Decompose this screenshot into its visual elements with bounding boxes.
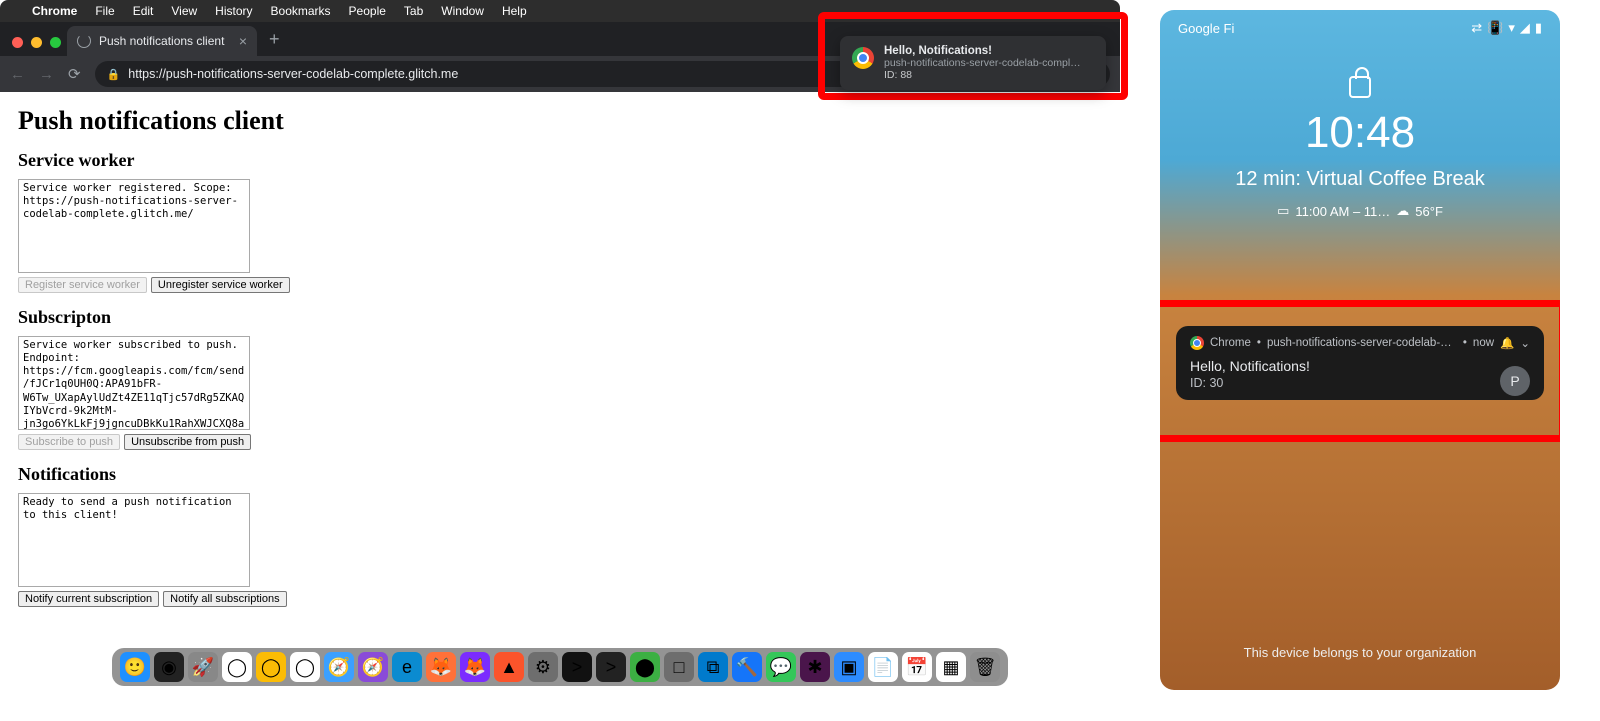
mac-dock: 🙂◉🚀◯◯◯🧭🧭e🦊🦊▲⚙>>⬤□⧉🔨💬✱▣📄📅▦🗑 bbox=[112, 648, 1008, 686]
signal-icon: ◢ bbox=[1520, 20, 1530, 36]
android-lockscreen: Google Fi ⇄ 📳 ▾ ◢ ▮ 10:48 12 min: Virtua… bbox=[1160, 10, 1560, 690]
dock-app-terminal2[interactable]: > bbox=[596, 652, 626, 682]
minimize-window-button[interactable] bbox=[31, 37, 42, 48]
sw-heading: Service worker bbox=[18, 150, 1102, 171]
dock-app-calendar[interactable]: 📅 bbox=[902, 652, 932, 682]
close-window-button[interactable] bbox=[12, 37, 23, 48]
menu-people[interactable]: People bbox=[349, 4, 386, 18]
lockscreen-weather: ▭ 11:00 AM – 11… ☁ 56°F bbox=[1160, 203, 1560, 219]
dock-app-finder[interactable]: 🙂 bbox=[120, 652, 150, 682]
lock-icon: 🔒 bbox=[107, 68, 121, 81]
dock-app-chrome-canary[interactable]: ◯ bbox=[256, 652, 286, 682]
notify-current-button[interactable]: Notify current subscription bbox=[18, 591, 159, 607]
notif-heading: Notifications bbox=[18, 464, 1102, 485]
chrome-icon bbox=[852, 47, 874, 69]
dock-app-zoom[interactable]: ▣ bbox=[834, 652, 864, 682]
dock-app-settings[interactable]: ⚙ bbox=[528, 652, 558, 682]
unsubscribe-button[interactable]: Unsubscribe from push bbox=[124, 434, 251, 450]
chevron-down-icon[interactable]: ⌄ bbox=[1520, 336, 1530, 350]
toast-source: push-notifications-server-codelab-comple… bbox=[884, 57, 1084, 69]
notif-source: push-notifications-server-codelab-co… bbox=[1267, 337, 1457, 349]
url-text: https://push-notifications-server-codela… bbox=[128, 67, 458, 81]
dock-app-messages[interactable]: 💬 bbox=[766, 652, 796, 682]
dock-app-trash[interactable]: 🗑 bbox=[970, 652, 1000, 682]
notif-status-textarea[interactable] bbox=[18, 493, 250, 587]
dock-app-safari-tp[interactable]: 🧭 bbox=[358, 652, 388, 682]
sub-heading: Subscripton bbox=[18, 307, 1102, 328]
nfc-icon: ⇄ bbox=[1471, 20, 1482, 36]
lock-icon bbox=[1349, 76, 1371, 98]
os-notification-toast[interactable]: Hello, Notifications! push-notifications… bbox=[840, 36, 1106, 90]
bell-icon: 🔔 bbox=[1500, 336, 1514, 350]
sw-status-textarea[interactable] bbox=[18, 179, 250, 273]
dock-app-terminal[interactable]: > bbox=[562, 652, 592, 682]
cloud-icon: ☁ bbox=[1396, 203, 1409, 219]
dock-app-launchpad[interactable]: 🚀 bbox=[188, 652, 218, 682]
dock-app-finder2[interactable]: □ bbox=[664, 652, 694, 682]
menu-help[interactable]: Help bbox=[502, 4, 527, 18]
back-button[interactable]: ← bbox=[10, 66, 25, 83]
wifi-icon: ▾ bbox=[1508, 20, 1515, 36]
page-title: Push notifications client bbox=[18, 106, 1102, 136]
subscription-textarea[interactable] bbox=[18, 336, 250, 430]
menu-file[interactable]: File bbox=[95, 4, 114, 18]
menu-view[interactable]: View bbox=[171, 4, 197, 18]
notif-body: ID: 30 bbox=[1190, 376, 1530, 390]
android-notification[interactable]: Chrome • push-notifications-server-codel… bbox=[1176, 326, 1544, 400]
dock-app-chrome-beta[interactable]: ◯ bbox=[290, 652, 320, 682]
phone-status-bar: Google Fi ⇄ 📳 ▾ ◢ ▮ bbox=[1160, 10, 1560, 46]
menu-edit[interactable]: Edit bbox=[133, 4, 154, 18]
calendar-icon: ▭ bbox=[1277, 203, 1289, 219]
notif-avatar: P bbox=[1500, 366, 1530, 396]
menu-history[interactable]: History bbox=[215, 4, 252, 18]
notif-app-name: Chrome bbox=[1210, 337, 1251, 349]
dock-app-camtasia[interactable]: ⬤ bbox=[630, 652, 660, 682]
new-tab-button[interactable]: + bbox=[257, 29, 292, 56]
reload-button[interactable]: ⟳ bbox=[68, 65, 81, 83]
weather-temp: 56°F bbox=[1415, 204, 1443, 219]
lockscreen-event: 12 min: Virtual Coffee Break bbox=[1160, 166, 1560, 193]
dock-app-chrome[interactable]: ◯ bbox=[222, 652, 252, 682]
chrome-window: Push notifications client × + ← → ⟳ 🔒 ht… bbox=[0, 22, 1120, 646]
unregister-sw-button[interactable]: Unregister service worker bbox=[151, 277, 290, 293]
browser-tab[interactable]: Push notifications client × bbox=[67, 26, 257, 56]
tab-favicon-icon bbox=[77, 34, 91, 48]
dock-app-notes[interactable]: 📄 bbox=[868, 652, 898, 682]
vibrate-icon: 📳 bbox=[1487, 20, 1503, 36]
menu-window[interactable]: Window bbox=[441, 4, 484, 18]
menubar-app-name: Chrome bbox=[32, 4, 77, 18]
org-message: This device belongs to your organization bbox=[1160, 645, 1560, 660]
dock-app-preview[interactable]: ▦ bbox=[936, 652, 966, 682]
subscribe-button: Subscribe to push bbox=[18, 434, 120, 450]
close-tab-button[interactable]: × bbox=[239, 33, 247, 49]
menu-tab[interactable]: Tab bbox=[404, 4, 423, 18]
toast-title: Hello, Notifications! bbox=[884, 45, 1084, 57]
dock-app-vscode[interactable]: ⧉ bbox=[698, 652, 728, 682]
dock-app-slack[interactable]: ✱ bbox=[800, 652, 830, 682]
notify-all-button[interactable]: Notify all subscriptions bbox=[163, 591, 286, 607]
dock-app-edge[interactable]: e bbox=[392, 652, 422, 682]
page-viewport: Push notifications client Service worker… bbox=[0, 92, 1120, 646]
dock-app-firefox-nightly[interactable]: 🦊 bbox=[460, 652, 490, 682]
dock-app-firefox[interactable]: 🦊 bbox=[426, 652, 456, 682]
weather-time: 11:00 AM – 11… bbox=[1295, 204, 1390, 219]
dock-app-xcode[interactable]: 🔨 bbox=[732, 652, 762, 682]
battery-icon: ▮ bbox=[1535, 20, 1542, 36]
register-sw-button: Register service worker bbox=[18, 277, 147, 293]
window-controls bbox=[8, 37, 67, 56]
menu-bookmarks[interactable]: Bookmarks bbox=[271, 4, 331, 18]
dock-app-safari[interactable]: 🧭 bbox=[324, 652, 354, 682]
forward-button[interactable]: → bbox=[39, 66, 54, 83]
dock-app-siri[interactable]: ◉ bbox=[154, 652, 184, 682]
toast-body: ID: 88 bbox=[884, 69, 1084, 81]
notif-title: Hello, Notifications! bbox=[1190, 358, 1530, 374]
notif-time: now bbox=[1473, 337, 1494, 349]
dock-app-brave[interactable]: ▲ bbox=[494, 652, 524, 682]
carrier-label: Google Fi bbox=[1178, 21, 1234, 36]
chrome-icon bbox=[1190, 336, 1204, 350]
maximize-window-button[interactable] bbox=[50, 37, 61, 48]
lockscreen-clock: 10:48 bbox=[1160, 108, 1560, 158]
tab-title: Push notifications client bbox=[99, 34, 224, 48]
